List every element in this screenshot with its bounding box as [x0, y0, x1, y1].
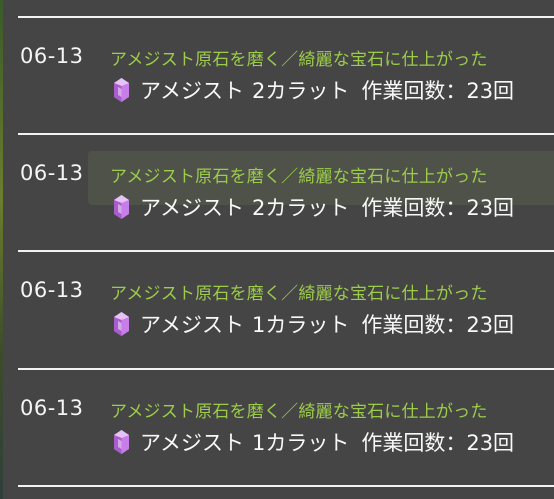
log-entry[interactable]: 06-13 アメジスト原石を磨く／綺麗な宝石に仕上がった アメジスト 2カラット… [0, 135, 554, 251]
item-carat: 1カラット [251, 313, 350, 337]
entry-result: アメジスト 1カラット 作業回数：23回 [113, 309, 514, 339]
entry-date: 06-13 [20, 396, 84, 420]
item-carat: 2カラット [251, 79, 350, 103]
divider [18, 485, 554, 487]
item-carat: 1カラット [251, 431, 350, 455]
item-name: アメジスト [140, 196, 244, 220]
entry-action: アメジスト原石を磨く／綺麗な宝石に仕上がった [110, 284, 488, 304]
entry-action: アメジスト原石を磨く／綺麗な宝石に仕上がった [110, 402, 488, 422]
entry-date: 06-13 [20, 161, 84, 185]
item-name: アメジスト [140, 313, 244, 337]
entry-result: アメジスト 2カラット 作業回数：23回 [113, 192, 514, 222]
entry-result: アメジスト 1カラット 作業回数：23回 [113, 427, 514, 457]
work-count: 作業回数：23回 [361, 431, 515, 455]
log-entry[interactable]: 06-13 アメジスト原石を磨く／綺麗な宝石に仕上がった アメジスト 1カラット… [0, 370, 554, 486]
entry-date: 06-13 [20, 44, 84, 68]
log-entry[interactable]: 06-13 アメジスト原石を磨く／綺麗な宝石に仕上がった アメジスト 2カラット… [0, 18, 554, 134]
amethyst-gem-icon [113, 194, 130, 220]
item-carat: 2カラット [251, 196, 350, 220]
item-name: アメジスト [140, 79, 244, 103]
work-count: 作業回数：23回 [361, 196, 515, 220]
work-count: 作業回数：23回 [361, 79, 515, 103]
work-count: 作業回数：23回 [361, 313, 515, 337]
entry-result: アメジスト 2カラット 作業回数：23回 [113, 75, 514, 105]
amethyst-gem-icon [113, 77, 130, 103]
entry-action: アメジスト原石を磨く／綺麗な宝石に仕上がった [110, 167, 488, 187]
entry-date: 06-13 [20, 278, 84, 302]
log-entry[interactable]: 06-13 アメジスト原石を磨く／綺麗な宝石に仕上がった アメジスト 1カラット… [0, 252, 554, 368]
entry-action: アメジスト原石を磨く／綺麗な宝石に仕上がった [110, 50, 488, 70]
amethyst-gem-icon [113, 311, 130, 337]
work-log-list: 06-13 アメジスト原石を磨く／綺麗な宝石に仕上がった アメジスト 2カラット… [0, 0, 554, 499]
amethyst-gem-icon [113, 429, 130, 455]
item-name: アメジスト [140, 431, 244, 455]
